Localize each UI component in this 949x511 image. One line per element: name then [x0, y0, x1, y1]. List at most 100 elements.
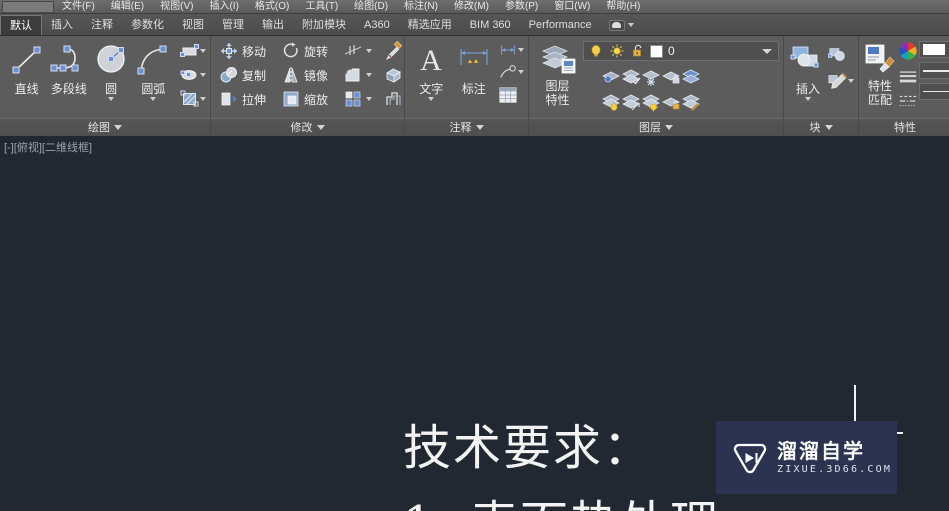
lineweight-icon[interactable] — [898, 66, 918, 86]
tool-fillet[interactable] — [340, 65, 375, 85]
panel-layer-title[interactable]: 图层 — [529, 118, 783, 136]
tab-bim360[interactable]: BIM 360 — [461, 15, 520, 35]
chevron-down-icon[interactable] — [805, 97, 811, 101]
chevron-down-icon[interactable] — [518, 70, 524, 74]
panel-annotation-title[interactable]: 注释 — [405, 118, 528, 136]
chevron-down-icon[interactable] — [114, 125, 122, 130]
layer-previous-icon[interactable] — [681, 67, 701, 87]
tool-dimension-style[interactable] — [498, 39, 524, 61]
menu-item-view[interactable]: 视图(V) — [152, 0, 201, 14]
chevron-down-icon[interactable] — [366, 73, 372, 77]
tool-erase[interactable] — [381, 41, 407, 61]
chevron-down-icon[interactable] — [108, 97, 115, 101]
chevron-down-icon[interactable] — [665, 125, 673, 130]
viewport-label[interactable]: [-][俯视][二维线框] — [4, 139, 92, 155]
tool-insert-block[interactable]: 插入 — [788, 39, 828, 101]
tab-featured-apps[interactable]: 精选应用 — [399, 15, 461, 35]
tool-create-block[interactable] — [828, 42, 854, 68]
layer-delete-icon[interactable] — [681, 93, 701, 113]
tool-scale[interactable]: 缩放 — [278, 89, 340, 109]
layer-unlock-icon[interactable] — [661, 93, 681, 113]
chevron-down-icon[interactable] — [518, 48, 524, 52]
panel-draw-title[interactable]: 绘图 — [0, 118, 210, 136]
tool-ellipse[interactable] — [180, 63, 206, 87]
layer-lock-icon[interactable] — [661, 67, 681, 87]
menu-item-format[interactable]: 格式(O) — [247, 0, 297, 14]
cad-text-line-2[interactable]: 1. 表面热处理。 — [403, 484, 770, 511]
tool-stretch[interactable]: 拉伸 — [216, 89, 278, 109]
chevron-down-icon[interactable] — [475, 125, 484, 130]
menu-item-window[interactable]: 窗口(W) — [546, 0, 598, 14]
layer-on-icon[interactable] — [641, 93, 661, 113]
tool-line[interactable]: 直线 — [6, 39, 47, 97]
linetype-icon[interactable] — [898, 91, 918, 111]
color-wheel-icon[interactable] — [898, 41, 918, 61]
chevron-down-icon[interactable] — [366, 49, 372, 53]
chevron-down-icon[interactable] — [366, 97, 372, 101]
menu-item-dimension[interactable]: 标注(N) — [396, 0, 446, 14]
tab-performance[interactable]: Performance — [520, 15, 601, 35]
chevron-down-icon[interactable] — [316, 125, 325, 130]
panel-block-title[interactable]: 块 — [784, 118, 858, 136]
menu-item-modify[interactable]: 修改(M) — [446, 0, 497, 14]
tab-annotate[interactable]: 注释 — [82, 15, 122, 35]
tool-dimension[interactable]: 标注 — [454, 39, 495, 97]
tool-trim[interactable] — [340, 41, 375, 61]
lineweight-combo[interactable] — [919, 62, 949, 79]
menu-item-tools[interactable]: 工具(T) — [297, 0, 346, 14]
layer-color-swatch[interactable] — [650, 44, 663, 58]
color-combo[interactable] — [919, 41, 949, 58]
lightbulb-icon[interactable] — [587, 42, 605, 60]
tool-rotate[interactable]: 旋转 — [278, 41, 340, 61]
tool-offset[interactable] — [381, 89, 407, 109]
tab-output[interactable]: 输出 — [253, 15, 293, 35]
tool-polyline[interactable]: 多段线 — [48, 39, 89, 97]
menu-item-edit[interactable]: 编辑(E) — [103, 0, 152, 14]
layer-off-icon[interactable] — [601, 93, 621, 113]
tool-rectangle[interactable] — [180, 39, 206, 63]
tool-circle[interactable]: 圆 — [91, 39, 132, 101]
chevron-down-icon[interactable] — [200, 49, 206, 53]
chevron-down-icon[interactable] — [200, 73, 206, 77]
linetype-combo[interactable] — [919, 83, 949, 100]
tool-leader[interactable] — [498, 61, 524, 83]
chevron-down-icon[interactable] — [428, 97, 435, 101]
menu-item-insert[interactable]: 插入(I) — [201, 0, 246, 14]
chevron-down-icon[interactable] — [848, 79, 854, 83]
tool-edit-attribute[interactable] — [828, 68, 854, 94]
cad-text-line-1[interactable]: 技术要求： — [403, 408, 653, 478]
unlock-icon[interactable] — [629, 42, 647, 60]
tool-layer-properties[interactable]: 图层 特性 — [534, 39, 581, 107]
chevron-down-icon[interactable] — [150, 97, 157, 101]
menu-item-parametric[interactable]: 参数(P) — [497, 0, 546, 14]
tool-text[interactable]: A 文字 — [411, 39, 452, 101]
chevron-down-icon[interactable] — [762, 48, 772, 54]
menu-item-draw[interactable]: 绘图(D) — [346, 0, 396, 14]
tool-match-properties[interactable]: 特性 匹配 — [863, 39, 897, 107]
tool-mirror[interactable]: 镜像 — [278, 65, 340, 85]
panel-modify-title[interactable]: 修改 — [211, 118, 404, 136]
tab-a360[interactable]: A360 — [355, 15, 399, 35]
cloud-icon[interactable] — [608, 19, 625, 31]
quick-access-toolbar[interactable] — [2, 0, 54, 13]
tab-addins[interactable]: 附加模块 — [293, 15, 355, 35]
chevron-down-icon[interactable] — [200, 97, 206, 101]
tool-table[interactable] — [498, 83, 524, 107]
tool-copy[interactable]: 复制 — [216, 65, 278, 85]
layer-dropdown[interactable]: 0 — [583, 41, 779, 61]
sun-icon[interactable] — [608, 42, 626, 60]
panel-properties-title[interactable]: 特性 — [859, 118, 949, 136]
tab-manage[interactable]: 管理 — [213, 15, 253, 35]
tool-array[interactable] — [340, 89, 375, 109]
tool-arc[interactable]: 圆弧 — [133, 39, 174, 101]
layer-match-icon[interactable] — [621, 67, 641, 87]
layer-freeze-icon[interactable] — [641, 67, 661, 87]
menu-item-help[interactable]: 帮助(H) — [598, 0, 648, 14]
tool-hatch[interactable] — [180, 87, 206, 111]
tab-default[interactable]: 默认 — [0, 15, 42, 35]
tool-move[interactable]: 移动 — [216, 41, 278, 61]
menu-item-file[interactable]: 文件(F) — [54, 0, 103, 14]
tab-view[interactable]: 视图 — [173, 15, 213, 35]
chevron-down-icon[interactable] — [627, 23, 634, 27]
layer-make-current-icon[interactable] — [601, 67, 621, 87]
